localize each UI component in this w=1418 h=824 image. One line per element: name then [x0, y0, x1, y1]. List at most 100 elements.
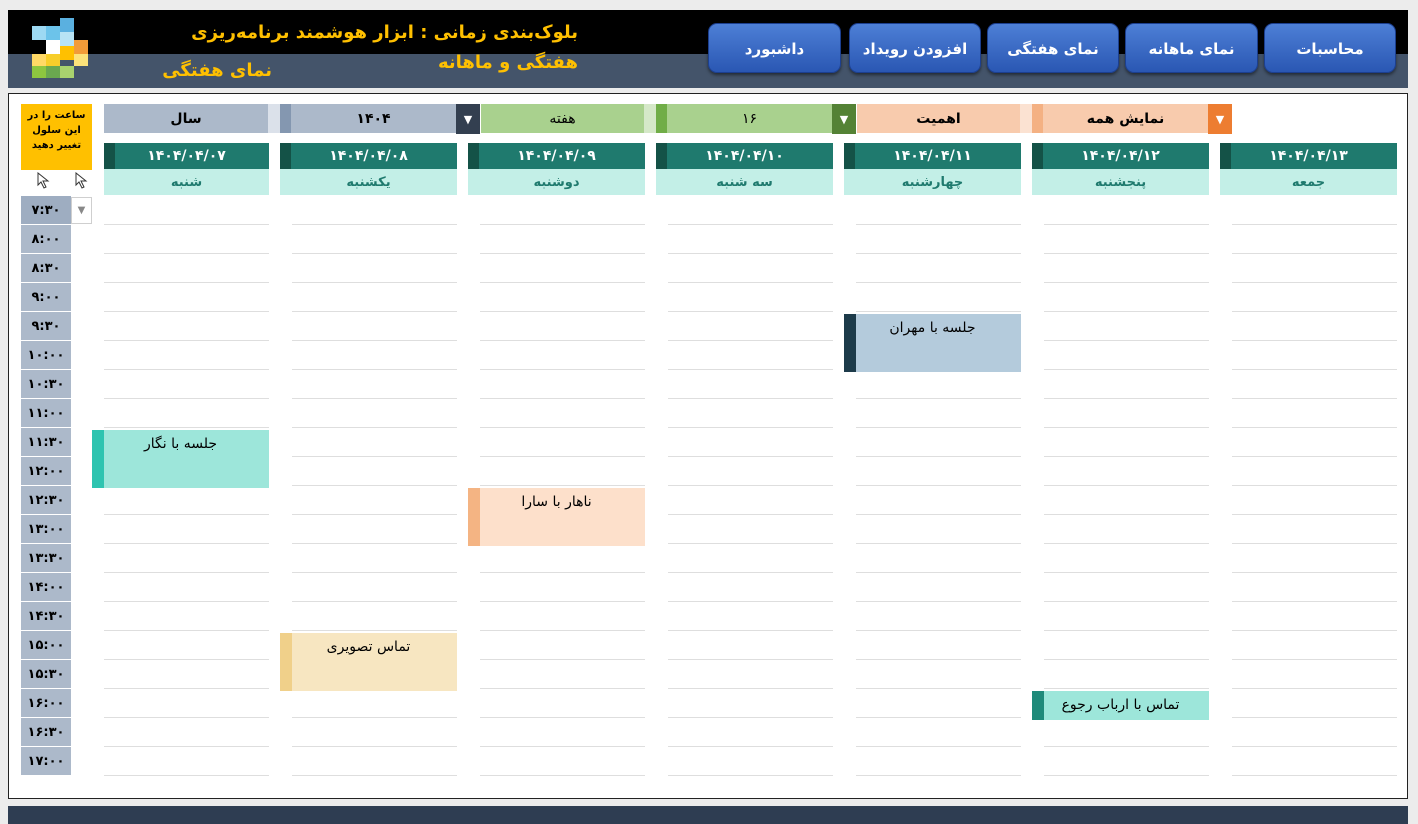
priority-select-stripe [1032, 104, 1043, 133]
grid-line [292, 572, 457, 573]
grid-line [1232, 543, 1397, 544]
pointer-icon [74, 171, 90, 190]
grid-line [1044, 311, 1209, 312]
grid-line [1044, 659, 1209, 660]
grid-line [1232, 398, 1397, 399]
time-hint-box: ساعت را در این سلول تغییر دهید [21, 104, 92, 170]
grid-line [1232, 224, 1397, 225]
day-date-text: ۱۴۰۴/۰۴/۱۳ [1269, 148, 1348, 164]
grid-line [668, 775, 833, 776]
event-accent-bar [1032, 691, 1044, 720]
grid-line [856, 688, 1021, 689]
time-slot[interactable]: ۷:۳۰ [21, 196, 71, 224]
grid-line [668, 688, 833, 689]
event-title: تماس با ارباب رجوع [1061, 697, 1180, 713]
grid-line [1232, 340, 1397, 341]
grid-line [856, 630, 1021, 631]
grid-line [668, 311, 833, 312]
grid-line [1232, 427, 1397, 428]
grid-line [1232, 253, 1397, 254]
time-slot: ۹:۰۰ [21, 283, 71, 311]
grid-line [668, 572, 833, 573]
grid-line [104, 775, 269, 776]
grid-line [856, 398, 1021, 399]
grid-line [1044, 253, 1209, 254]
day-date-stripe [280, 143, 291, 169]
week-select[interactable]: ۱۶ ▼ [656, 104, 856, 134]
time-slot: ۹:۳۰ [21, 312, 71, 340]
time-slot: ۱۴:۳۰ [21, 602, 71, 630]
event-block[interactable]: تماس تصویری [280, 633, 457, 691]
nav-button-weekly-view[interactable]: نمای هفتگی [987, 23, 1119, 73]
grid-line [668, 369, 833, 370]
week-value: ۱۶ [741, 110, 758, 127]
grid-line [856, 543, 1021, 544]
grid-line [292, 427, 457, 428]
nav-button-monthly-view[interactable]: نمای ماهانه [1125, 23, 1258, 73]
event-block[interactable]: جلسه با مهران [844, 314, 1021, 372]
hint-line: تغییر دهید [31, 140, 82, 151]
time-slot: ۱۰:۳۰ [21, 370, 71, 398]
grid-line [1044, 456, 1209, 457]
grid-line [668, 398, 833, 399]
time-slot: ۸:۰۰ [21, 225, 71, 253]
nav-button-calculations[interactable]: محاسبات [1264, 23, 1396, 73]
grid-line [1044, 543, 1209, 544]
time-slot: ۱۳:۳۰ [21, 544, 71, 572]
grid-line [1232, 746, 1397, 747]
day-date-stripe [104, 143, 115, 169]
year-select[interactable]: ۱۴۰۴ ▼ [280, 104, 480, 134]
grid-line [1044, 340, 1209, 341]
grid-line [104, 688, 269, 689]
day-date-text: ۱۴۰۴/۰۴/۰۷ [147, 148, 226, 164]
priority-label: اهمیت [857, 104, 1020, 133]
grid-line [1232, 659, 1397, 660]
grid-line [292, 630, 457, 631]
grid-line [480, 311, 645, 312]
grid-line [1232, 601, 1397, 602]
event-accent-bar [280, 633, 292, 691]
day-date-text: ۱۴۰۴/۰۴/۱۰ [705, 148, 784, 164]
grid-line [668, 717, 833, 718]
grid-line [292, 485, 457, 486]
grid-line [104, 601, 269, 602]
day-date-stripe [1032, 143, 1043, 169]
grid-line [856, 659, 1021, 660]
grid-line [480, 369, 645, 370]
grid-line [1232, 630, 1397, 631]
grid-line [104, 369, 269, 370]
event-block[interactable]: تماس با ارباب رجوع [1032, 691, 1209, 720]
year-dropdown-arrow-icon[interactable]: ▼ [456, 104, 480, 134]
grid-line [104, 572, 269, 573]
day-date-stripe [468, 143, 479, 169]
priority-select[interactable]: نمایش همه ▼ [1032, 104, 1232, 134]
grid-line [1232, 369, 1397, 370]
day-date-text: ۱۴۰۴/۰۴/۰۹ [517, 148, 596, 164]
nav-button-dashboard[interactable]: داشبورد [708, 23, 841, 73]
grid-line [480, 485, 645, 486]
footer-bar [8, 806, 1408, 824]
year-label: سال [104, 104, 268, 133]
year-select-stripe [280, 104, 291, 133]
event-block[interactable]: جلسه با نگار [92, 430, 269, 488]
grid-line [856, 601, 1021, 602]
grid-line [480, 630, 645, 631]
nav-button-add-event[interactable]: افزودن رویداد [849, 23, 981, 73]
grid-line [104, 543, 269, 544]
grid-line [480, 746, 645, 747]
day-name-header: سه شنبه [656, 169, 833, 195]
time-slot: ۱۷:۰۰ [21, 747, 71, 775]
year-spacer [268, 104, 280, 133]
grid-line [856, 746, 1021, 747]
priority-dropdown-arrow-icon[interactable]: ▼ [1208, 104, 1232, 134]
grid-line [668, 224, 833, 225]
time-dropdown-arrow-icon[interactable]: ▼ [71, 197, 92, 224]
grid-line [1044, 427, 1209, 428]
grid-line [292, 514, 457, 515]
grid-line [1044, 746, 1209, 747]
grid-line [292, 543, 457, 544]
event-block[interactable]: ناهار با سارا [468, 488, 645, 546]
grid-line [668, 659, 833, 660]
week-dropdown-arrow-icon[interactable]: ▼ [832, 104, 856, 134]
event-title: ناهار با سارا [521, 494, 592, 510]
